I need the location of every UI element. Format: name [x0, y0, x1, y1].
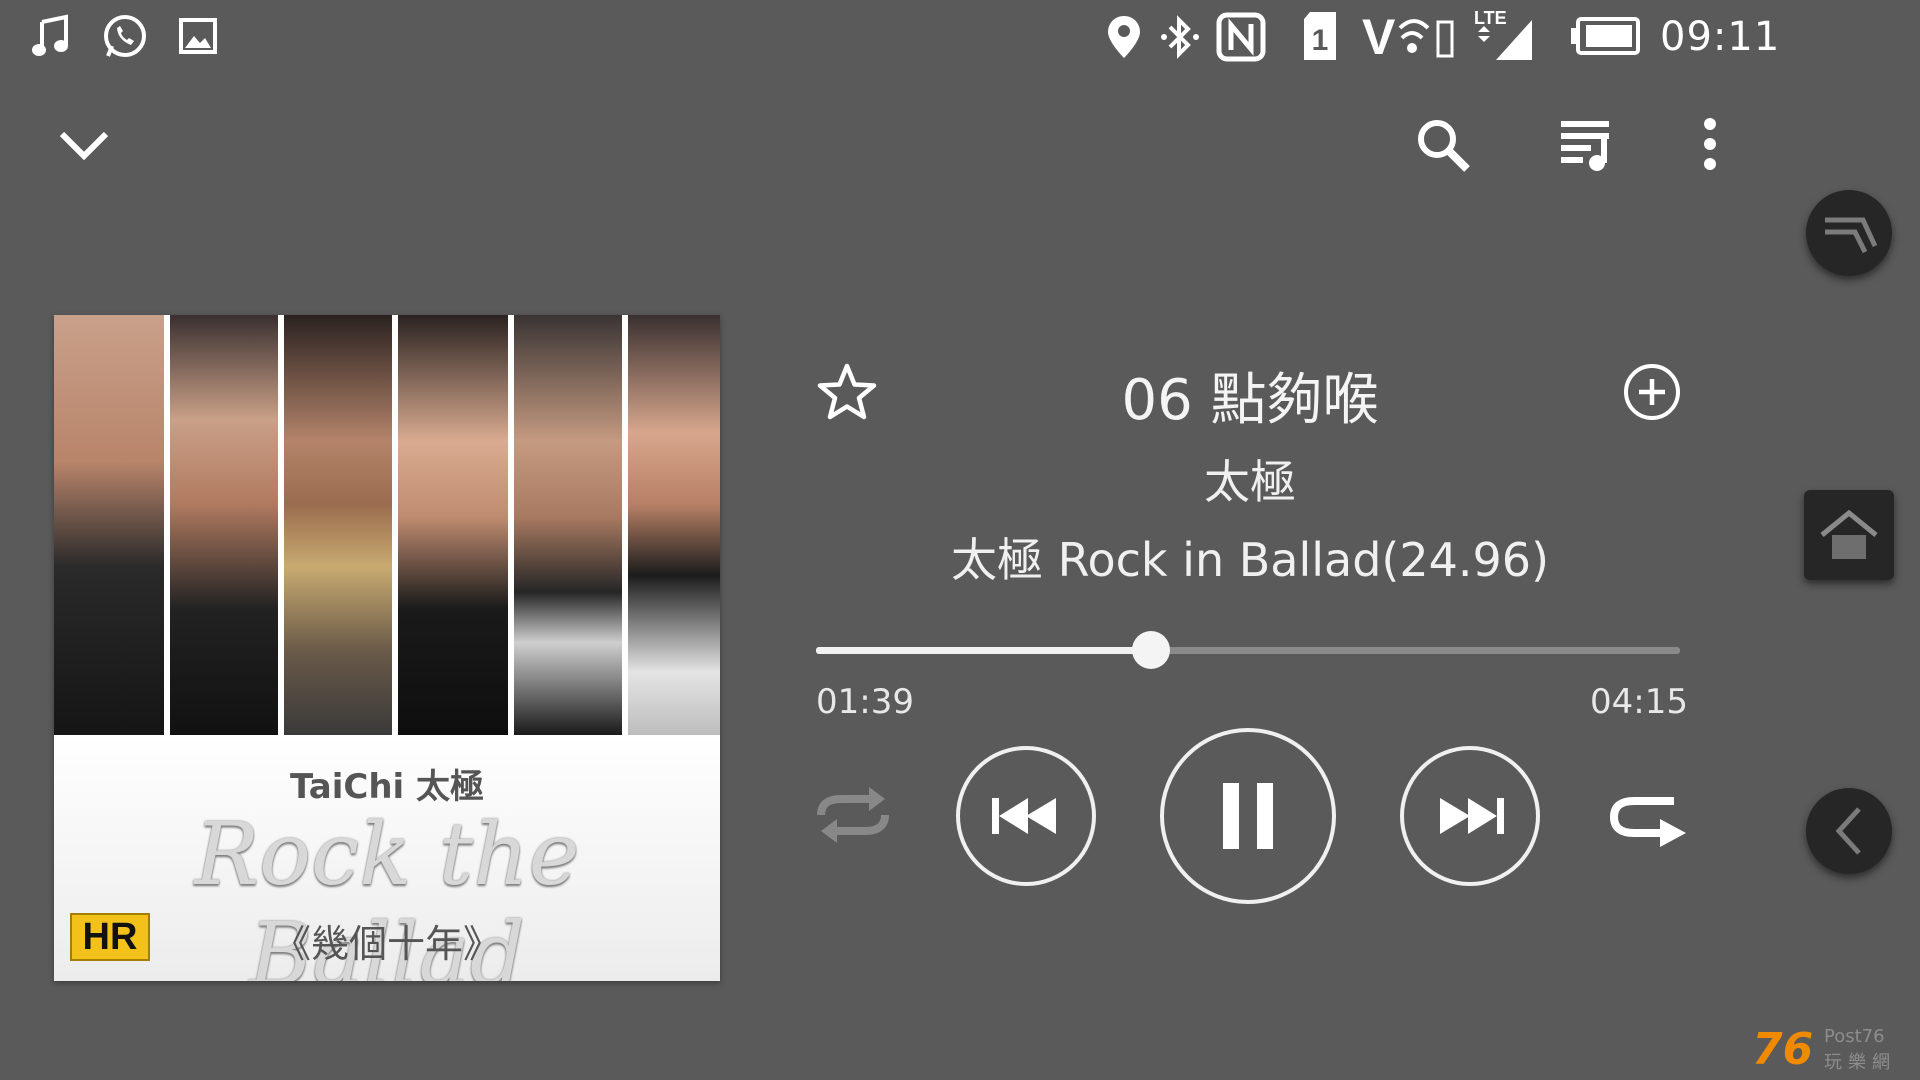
whatsapp-icon [100, 12, 150, 62]
favorite-star-icon [817, 363, 877, 420]
location-pin-icon [1106, 14, 1142, 60]
lte-signal-icon: LTE [1472, 6, 1536, 62]
volte-icon: V [1362, 8, 1458, 62]
repeat-button[interactable] [1600, 772, 1692, 858]
watermark-chinese: 玩樂網 [1824, 1052, 1896, 1073]
search-button[interactable] [1410, 112, 1476, 178]
elapsed-time: 01:39 [816, 682, 914, 722]
watermark-number: 76 [1752, 1024, 1814, 1075]
watermark-brand: Post76 [1824, 1026, 1885, 1047]
favorite-button[interactable] [812, 358, 882, 428]
sim-1-icon: 1 [1300, 10, 1340, 62]
album-photo-panel [170, 315, 284, 735]
more-vert-icon [1704, 118, 1716, 170]
shuffle-button[interactable] [808, 772, 898, 858]
album-photo-panel [284, 315, 398, 735]
previous-icon [992, 798, 1056, 834]
recent-apps-icon [1825, 217, 1878, 254]
back-button[interactable] [1806, 788, 1892, 874]
bluetooth-icon [1160, 14, 1200, 60]
track-title: 06 點夠喉 [1121, 368, 1379, 433]
album-art-subtitle: 《幾個十年》 [272, 922, 501, 966]
queue-button[interactable] [1554, 112, 1618, 176]
add-to-playlist-icon [1624, 364, 1680, 420]
status-clock: 09:11 [1660, 14, 1781, 60]
search-icon [1418, 120, 1470, 172]
gallery-image-icon [178, 16, 218, 56]
recent-apps-button[interactable] [1806, 190, 1892, 276]
music-note-icon [30, 14, 76, 60]
seek-bar-thumb[interactable] [1132, 631, 1171, 669]
album-art: TaiChi 太極 Rock the Ballad 《幾個十年》 HR [54, 315, 720, 981]
shuffle-icon [817, 787, 889, 843]
next-button[interactable] [1400, 746, 1540, 886]
repeat-icon [1609, 797, 1686, 847]
track-album: 太極 Rock in Ballad(24.96) [950, 533, 1550, 587]
volte-label: V [1362, 9, 1396, 62]
add-to-playlist-button[interactable] [1618, 358, 1686, 426]
hi-res-badge: HR [70, 913, 150, 961]
album-photo-panel [54, 315, 170, 735]
seek-bar-fill [816, 647, 1152, 654]
play-pause-button[interactable] [1160, 728, 1336, 904]
back-icon [1835, 807, 1861, 855]
collapse-button[interactable] [52, 118, 116, 170]
home-icon [1820, 509, 1878, 559]
lte-label: LTE [1474, 8, 1507, 28]
album-photo [54, 315, 720, 735]
more-options-button[interactable] [1684, 112, 1736, 176]
seek-bar[interactable] [816, 631, 1680, 669]
track-artist: 太極 [1204, 455, 1296, 509]
sim-number: 1 [1312, 24, 1329, 57]
watermark: 76 Post76 玩樂網 [1752, 1020, 1920, 1080]
battery-icon [1570, 16, 1642, 56]
album-photo-panel [514, 315, 628, 735]
previous-button[interactable] [956, 746, 1096, 886]
home-button[interactable] [1804, 490, 1894, 580]
album-photo-panel [628, 315, 720, 735]
nfc-icon [1216, 12, 1266, 62]
album-photo-panel [398, 315, 514, 735]
album-art-artist: TaiChi 太極 [289, 767, 485, 807]
album-caption: TaiChi 太極 Rock the Ballad 《幾個十年》 HR [54, 735, 720, 981]
total-duration: 04:15 [1590, 682, 1688, 722]
queue-icon [1561, 121, 1609, 171]
next-icon [1440, 798, 1504, 834]
chevron-down-icon [59, 131, 109, 161]
pause-icon [1223, 783, 1273, 849]
